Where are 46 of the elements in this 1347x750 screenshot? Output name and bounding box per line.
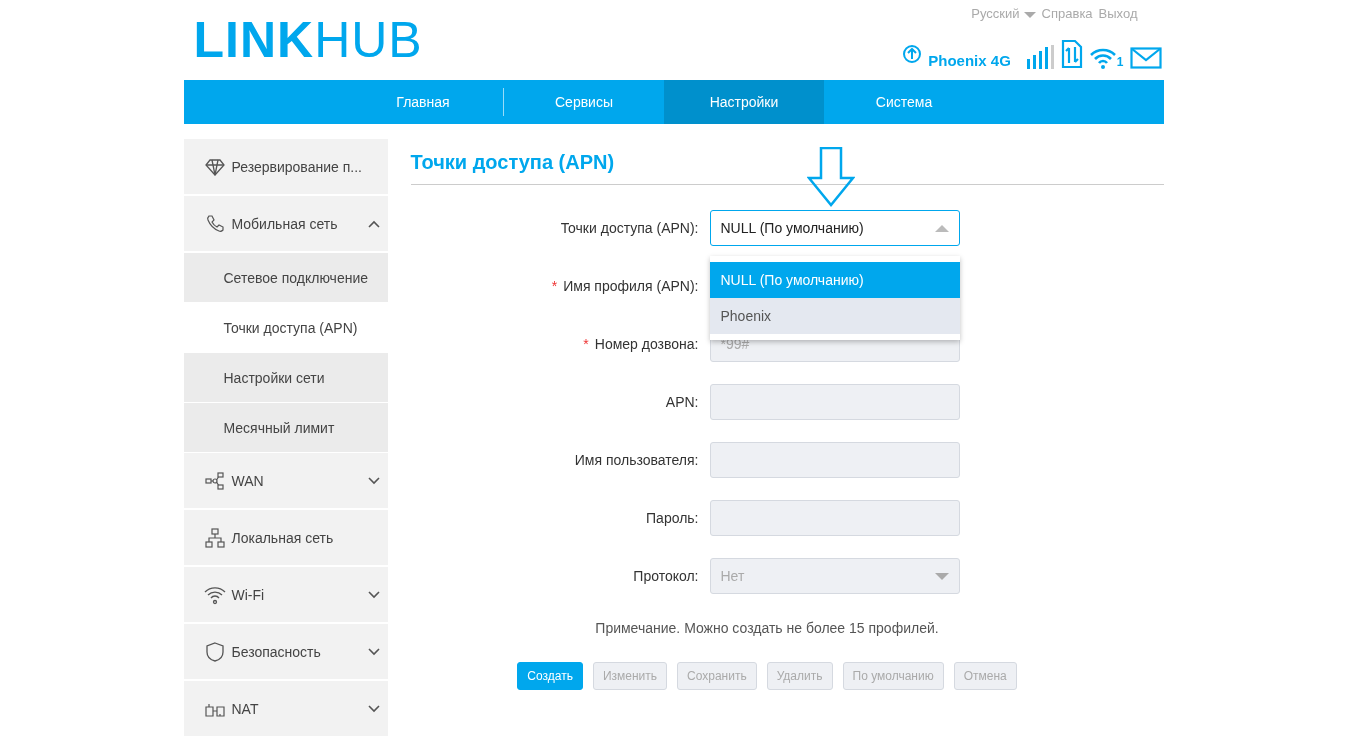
sidebar-item[interactable]: NAT bbox=[183, 681, 388, 738]
dropdown-option[interactable]: NULL (По умолчанию) bbox=[709, 262, 960, 298]
operator-name: Phoenix 4G bbox=[928, 52, 1011, 69]
sidebar-item[interactable]: Локальная сеть bbox=[183, 510, 388, 567]
sidebar-item[interactable]: Безопасность bbox=[183, 624, 388, 681]
nav-tab[interactable]: Система bbox=[824, 80, 984, 124]
wifi-icon bbox=[1088, 47, 1117, 69]
wifi-client-count: 1 bbox=[1116, 55, 1124, 69]
logo: LINKHUB bbox=[193, 12, 423, 70]
signal-icon bbox=[1026, 45, 1055, 69]
sidebar-subitem[interactable]: Настройки сети bbox=[183, 353, 388, 403]
field-label: Имя профиля (APN): bbox=[563, 278, 699, 294]
sidebar-item[interactable]: WAN bbox=[183, 453, 388, 510]
sidebar-item[interactable]: Мобильная сеть bbox=[183, 196, 388, 253]
language-dropdown[interactable]: Русский bbox=[971, 6, 1036, 21]
sidebar-item[interactable]: Резервирование п... bbox=[183, 139, 388, 196]
field-label: Имя пользователя: bbox=[574, 452, 699, 468]
header-link[interactable]: Выход bbox=[1098, 6, 1138, 21]
page-title: Точки доступа (APN) bbox=[410, 139, 1164, 185]
nav-tab[interactable]: Настройки bbox=[664, 80, 824, 124]
nav-tab[interactable]: Сервисы bbox=[504, 80, 664, 124]
header-link[interactable]: Справка bbox=[1041, 6, 1093, 21]
sidebar-subitem[interactable]: Сетевое подключение bbox=[183, 253, 388, 303]
down-arrow bbox=[806, 147, 855, 207]
required-mark: * bbox=[583, 336, 589, 352]
sim-card-icon bbox=[1060, 39, 1083, 69]
field-label: Протокол: bbox=[633, 568, 699, 584]
nav-tab[interactable]: Главная bbox=[343, 80, 503, 124]
sidebar-item[interactable]: Wi-Fi bbox=[183, 567, 388, 624]
field-label: Номер дозвона: bbox=[594, 336, 699, 352]
required-mark: * bbox=[551, 278, 558, 294]
field-label: APN: bbox=[665, 394, 699, 410]
network-nodes-icon bbox=[203, 470, 226, 491]
sidebar-subitem[interactable]: Месячный лимит bbox=[183, 403, 388, 453]
upload-icon bbox=[902, 44, 923, 64]
diamond-icon bbox=[203, 156, 226, 177]
note-text: Примечание. Можно создать не более 15 профилей. bbox=[594, 620, 940, 636]
shield-icon bbox=[203, 641, 226, 662]
network-tree-icon bbox=[203, 527, 226, 548]
wifi-icon bbox=[203, 584, 226, 605]
dropdown-option[interactable]: Phoenix bbox=[709, 298, 960, 334]
field-label: Пароль: bbox=[646, 510, 699, 526]
select-field[interactable]: NULL (По умолчанию) bbox=[709, 210, 960, 246]
mail-icon[interactable] bbox=[1129, 47, 1162, 69]
action-button[interactable]: Создать bbox=[517, 662, 583, 690]
field-label: Точки доступа (APN): bbox=[560, 220, 699, 236]
